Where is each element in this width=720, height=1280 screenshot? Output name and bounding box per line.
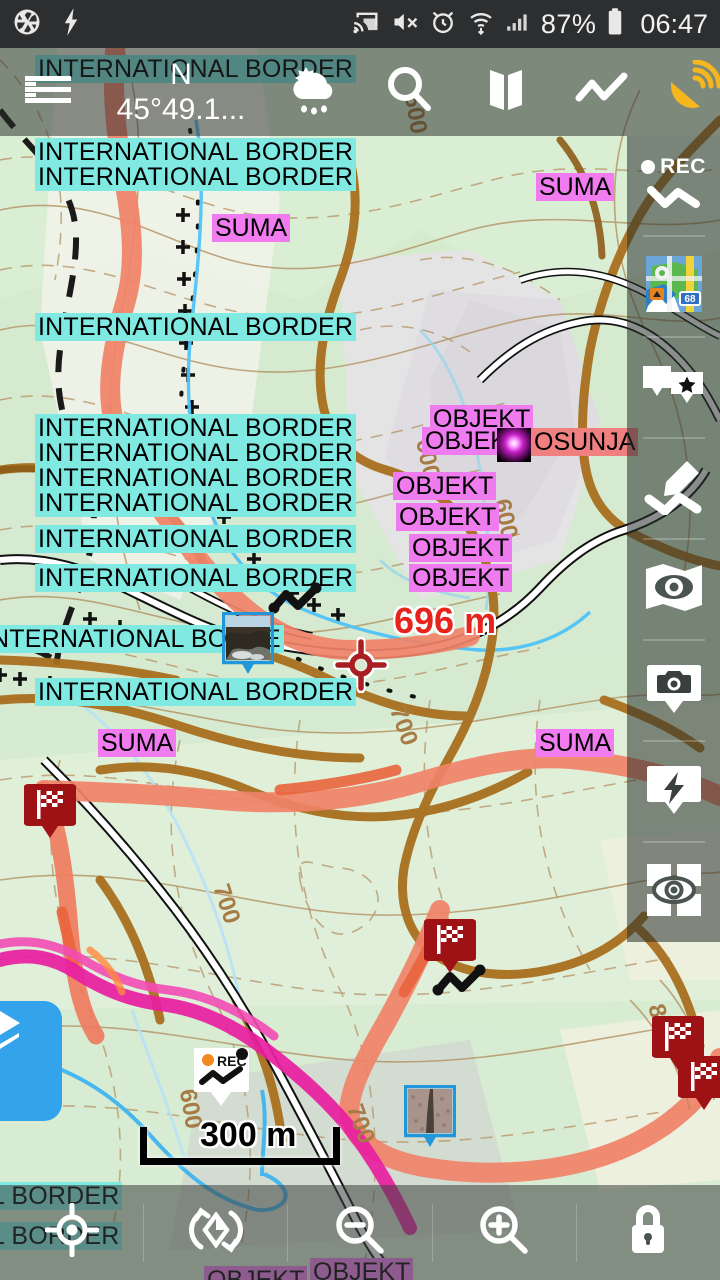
map-label-suma: SUMA [212, 214, 290, 242]
center-elevation-label: 696 m [394, 600, 496, 642]
flag-waypoint-marker[interactable] [678, 1052, 720, 1114]
zoom-out-button[interactable] [288, 1185, 431, 1280]
map-label-border: INTERNATIONAL BORDER [35, 489, 356, 517]
gps-status-button[interactable] [650, 48, 720, 136]
map-label-border: INTERNATIONAL BORDER [35, 414, 356, 442]
map-label-border: INTERNATIONAL BORDER [35, 525, 356, 553]
android-status-bar: 87% 06:47 [0, 0, 720, 48]
map-label-border: INTERNATIONAL BORDER [35, 678, 356, 706]
status-bar-clock: 06:47 [640, 11, 708, 38]
edit-track-pencil-icon [643, 457, 705, 520]
camera-aperture-icon [12, 7, 42, 42]
flag-waypoint-marker[interactable] [24, 780, 76, 842]
rec-label: REC [660, 155, 706, 179]
map-label-suma: SUMA [536, 729, 614, 757]
eye-grid-icon [645, 862, 703, 923]
lightning-pin-icon [647, 760, 701, 823]
track-line-icon [646, 182, 702, 217]
map-label-border: INTERNATIONAL BORDER [35, 439, 356, 467]
rec-track-button[interactable]: REC [627, 136, 720, 235]
map-label-osunja: OSUNJA [531, 428, 638, 456]
map-label-border: INTERNATIONAL BORDER [35, 138, 356, 166]
map-select-button[interactable] [458, 48, 554, 136]
map-right-toolbar: REC [627, 136, 720, 942]
map-label-suma: SUMA [98, 729, 176, 757]
map-label-suma: SUMA [536, 173, 614, 201]
map-scale-bar: 300 m [140, 1123, 340, 1165]
mute-icon [391, 8, 419, 41]
track-chart-icon [574, 70, 630, 115]
photo-waypoint-marker[interactable] [404, 1085, 456, 1149]
cast-icon [353, 8, 381, 41]
menu-icon [22, 70, 74, 115]
map-icon [482, 64, 530, 121]
map-layers-fab[interactable] [0, 1001, 62, 1121]
gps-satellite-icon [665, 60, 720, 125]
map-label-objekt: OBJEKT [409, 534, 512, 562]
alarm-icon [429, 8, 457, 41]
menu-button[interactable] [0, 48, 96, 136]
map-application: 600 600 600 700 700 600 700 800 INTERNAT… [0, 0, 720, 1280]
rec-track-marker[interactable]: REC [194, 1046, 248, 1112]
locate-crosshair-icon [45, 1203, 99, 1262]
lock-screen-button[interactable] [577, 1185, 720, 1280]
map-label-objekt: OBJEKT [409, 564, 512, 592]
locate-me-button[interactable] [0, 1185, 143, 1280]
signal-icon [505, 8, 531, 41]
weather-sun-cloud-rain-icon [282, 61, 346, 124]
zoom-out-icon [332, 1202, 388, 1263]
battery-percent-label: 87% [541, 11, 597, 38]
search-button[interactable] [362, 48, 458, 136]
weather-button[interactable] [266, 48, 362, 136]
zoom-in-button[interactable] [433, 1185, 576, 1280]
map-bottom-toolbar [0, 1185, 720, 1280]
map-top-toolbar: N 45°49.1... [0, 48, 720, 136]
coordinates-line-1: N [170, 60, 192, 90]
flash-icon [58, 7, 84, 42]
glow-marker-icon[interactable] [497, 428, 531, 462]
svg-text:68: 68 [684, 294, 696, 305]
quick-waypoint-button[interactable] [627, 742, 720, 841]
battery-icon [606, 7, 624, 42]
rotate-compass-icon [187, 1203, 245, 1262]
map-label-objekt: OBJEKT [393, 472, 496, 500]
map-label-border: INTERNATIONAL BORDER [35, 163, 356, 191]
map-layers-button[interactable]: 68 [627, 237, 720, 336]
coordinates-line-2: 45°49.1... [117, 95, 246, 125]
wifi-icon [467, 8, 495, 41]
waypoint-star-icon [641, 360, 707, 415]
record-dot-icon [641, 160, 655, 174]
map-canvas[interactable]: 600 600 600 700 700 600 700 800 INTERNAT… [0, 0, 720, 1280]
search-icon [384, 64, 436, 121]
photo-waypoint-marker[interactable] [222, 612, 274, 676]
edit-track-button[interactable] [627, 439, 720, 538]
zoom-in-icon [476, 1202, 532, 1263]
show-hide-map-items-button[interactable] [627, 843, 720, 942]
eye-map-icon [643, 561, 705, 618]
coordinates-display[interactable]: N 45°49.1... [96, 48, 266, 136]
track-chart-button[interactable] [554, 48, 650, 136]
rotate-map-button[interactable] [144, 1185, 287, 1280]
waypoint-favorite-button[interactable] [627, 338, 720, 437]
map-label-border: INTERNATIONAL BORDER [35, 313, 356, 341]
photo-waypoint-button[interactable] [627, 641, 720, 740]
show-hide-tracks-button[interactable] [627, 540, 720, 639]
scale-bar-label: 300 m [200, 1116, 296, 1155]
map-label-objekt: OBJEKT [396, 503, 499, 531]
map-layers-thumbnail-icon: 68 [646, 256, 702, 317]
flag-waypoint-marker[interactable] [424, 915, 476, 977]
map-label-border: INTERNATIONAL BORDER [35, 464, 356, 492]
camera-pin-icon [647, 659, 701, 722]
lock-icon [626, 1202, 670, 1263]
